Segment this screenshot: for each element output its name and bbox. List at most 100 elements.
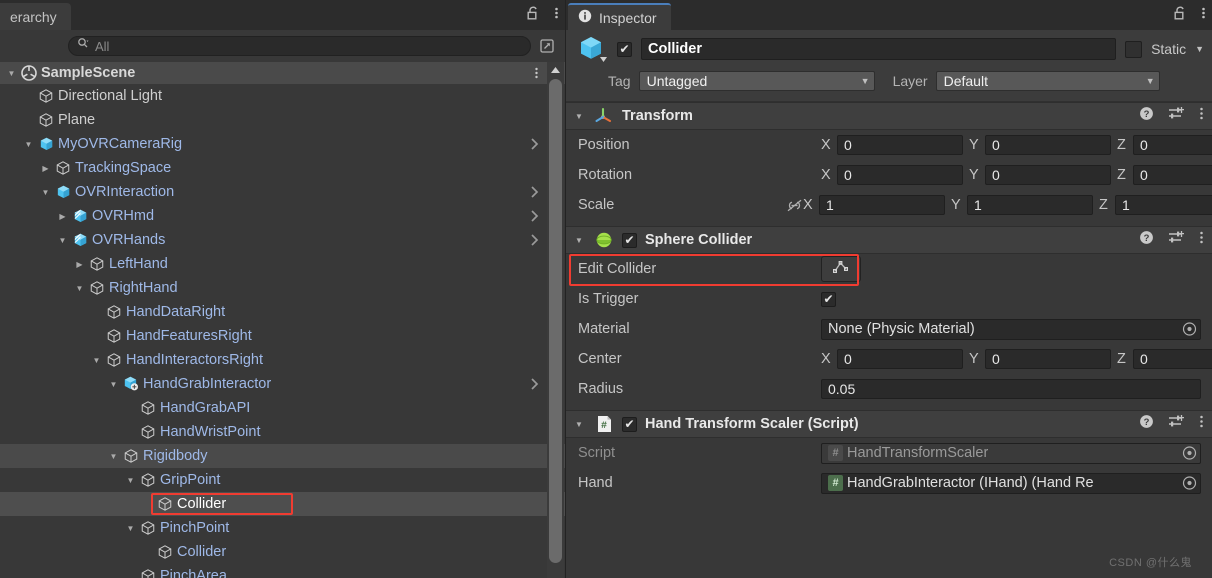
chevron-down-icon[interactable]: ▼ bbox=[55, 236, 70, 245]
vector3-x-input[interactable]: 0 bbox=[837, 349, 963, 369]
kebab-menu-icon[interactable] bbox=[554, 5, 559, 26]
hierarchy-scrollbar[interactable] bbox=[547, 62, 564, 578]
chevron-down-icon[interactable]: ▼ bbox=[89, 356, 104, 365]
hierarchy-row[interactable]: ▼ MyOVRCameraRig bbox=[0, 132, 565, 156]
hierarchy-row[interactable]: HandWristPoint bbox=[0, 420, 565, 444]
edit-collider-button[interactable] bbox=[821, 256, 861, 282]
open-prefab-chevron-right-icon[interactable] bbox=[530, 228, 539, 252]
hierarchy-row[interactable]: HandDataRight bbox=[0, 300, 565, 324]
hierarchy-row[interactable]: HandFeaturesRight bbox=[0, 324, 565, 348]
hierarchy-row[interactable]: ▼ OVRHands bbox=[0, 228, 565, 252]
hierarchy-row[interactable]: ▶ OVRHmd bbox=[0, 204, 565, 228]
chevron-down-icon[interactable]: ▼ bbox=[106, 380, 121, 389]
chevron-down-icon[interactable]: ▼ bbox=[123, 524, 138, 533]
open-prefab-chevron-right-icon[interactable] bbox=[530, 132, 539, 156]
vector3-field[interactable]: X 0 Y 0 Z 0 bbox=[821, 349, 1212, 369]
vector3-y-input[interactable]: 0 bbox=[985, 135, 1111, 155]
hierarchy-row[interactable]: ▶ LeftHand bbox=[0, 252, 565, 276]
scrollbar-thumb[interactable] bbox=[549, 79, 562, 563]
layer-dropdown[interactable]: Default ▼ bbox=[935, 71, 1160, 91]
chevron-down-icon[interactable]: ▼ bbox=[123, 476, 138, 485]
static-checkbox[interactable] bbox=[1125, 40, 1143, 58]
chevron-right-icon[interactable]: ▶ bbox=[55, 212, 70, 221]
chevron-down-icon[interactable]: ▼ bbox=[21, 140, 36, 149]
help-icon[interactable]: ? bbox=[1139, 414, 1154, 434]
hierarchy-row[interactable]: ▼ OVRInteraction bbox=[0, 180, 565, 204]
chevron-down-icon[interactable]: ▼ bbox=[4, 69, 19, 78]
vector3-z-input[interactable]: 0 bbox=[1133, 349, 1212, 369]
link-off-icon[interactable] bbox=[786, 198, 803, 213]
vector3-field[interactable]: X 0 Y 0 Z 0 bbox=[821, 165, 1212, 185]
number-input[interactable]: 0.05 bbox=[821, 379, 1201, 399]
scroll-up-arrow-icon[interactable] bbox=[547, 62, 564, 78]
vector3-y-input[interactable]: 1 bbox=[967, 195, 1093, 215]
kebab-menu-icon[interactable] bbox=[1199, 414, 1204, 434]
lock-open-icon[interactable] bbox=[526, 5, 541, 26]
open-in-new-icon[interactable] bbox=[537, 36, 557, 56]
hierarchy-row[interactable]: ▼ Rigidbody bbox=[0, 444, 565, 468]
component-header[interactable]: ▼ Transform ? bbox=[566, 102, 1212, 130]
vector3-x-input[interactable]: 0 bbox=[837, 135, 963, 155]
vector3-z-input[interactable]: 0 bbox=[1133, 165, 1212, 185]
hierarchy-row[interactable]: HandGrabAPI bbox=[0, 396, 565, 420]
scene-kebab-menu-icon[interactable] bbox=[534, 62, 539, 84]
chevron-down-icon[interactable]: ▼ bbox=[572, 420, 586, 429]
vector3-y-input[interactable]: 0 bbox=[985, 165, 1111, 185]
chevron-down-icon[interactable]: ▼ bbox=[72, 284, 87, 293]
tab-inspector[interactable]: Inspector bbox=[568, 3, 671, 30]
hierarchy-row[interactable]: ▼ HandInteractorsRight bbox=[0, 348, 565, 372]
vector3-z-input[interactable]: 0 bbox=[1133, 135, 1212, 155]
preset-sliders-icon[interactable] bbox=[1168, 230, 1185, 250]
open-prefab-chevron-right-icon[interactable] bbox=[530, 204, 539, 228]
kebab-menu-icon[interactable] bbox=[1199, 106, 1204, 126]
hierarchy-row[interactable]: ▼ GripPoint bbox=[0, 468, 565, 492]
gameobject-enabled-checkbox[interactable] bbox=[617, 41, 632, 57]
hierarchy-row[interactable]: Directional Light bbox=[0, 84, 565, 108]
search-input[interactable]: All bbox=[68, 36, 531, 56]
vector3-field[interactable]: X 1 Y 1 Z 1 bbox=[803, 195, 1212, 215]
is-trigger-checkbox[interactable] bbox=[821, 291, 836, 307]
chevron-down-icon[interactable]: ▼ bbox=[572, 112, 586, 121]
tab-hierarchy[interactable]: erarchy bbox=[0, 3, 71, 30]
lock-open-icon[interactable] bbox=[1173, 5, 1188, 26]
hierarchy-tree[interactable]: ▼ SampleScene Directional Light Plane ▼ … bbox=[0, 62, 565, 578]
help-icon[interactable]: ? bbox=[1139, 106, 1154, 126]
component-enabled-checkbox[interactable] bbox=[622, 232, 637, 248]
hierarchy-row[interactable]: Collider bbox=[0, 540, 565, 564]
hierarchy-row[interactable]: Plane bbox=[0, 108, 565, 132]
hierarchy-row[interactable]: ▼ PinchPoint bbox=[0, 516, 565, 540]
object-picker-icon[interactable] bbox=[1181, 321, 1198, 338]
chevron-down-icon[interactable]: ▼ bbox=[106, 452, 121, 461]
object-picker-icon[interactable] bbox=[1181, 475, 1198, 492]
component-enabled-checkbox[interactable] bbox=[622, 416, 637, 432]
chevron-down-icon[interactable]: ▼ bbox=[38, 188, 53, 197]
gameobject-name-field[interactable]: Collider bbox=[641, 38, 1117, 60]
component-header[interactable]: ▼ # Hand Transform Scaler (Script) ? bbox=[566, 410, 1212, 438]
tag-dropdown[interactable]: Untagged ▼ bbox=[638, 71, 875, 91]
vector3-field[interactable]: X 0 Y 0 Z 0 bbox=[821, 135, 1212, 155]
hierarchy-row[interactable]: ▼ RightHand bbox=[0, 276, 565, 300]
vector3-x-input[interactable]: 0 bbox=[837, 165, 963, 185]
component-header[interactable]: ▼ Sphere Collider ? bbox=[566, 226, 1212, 254]
hierarchy-row[interactable]: ▼ HandGrabInteractor bbox=[0, 372, 565, 396]
static-dropdown-chevron-down-icon[interactable]: ▼ bbox=[1195, 44, 1204, 54]
object-field[interactable]: # HandTransformScaler bbox=[821, 442, 1201, 464]
preset-sliders-icon[interactable] bbox=[1168, 414, 1185, 434]
object-field[interactable]: None (Physic Material) bbox=[821, 318, 1201, 340]
object-field[interactable]: # HandGrabInteractor (IHand) (Hand Re bbox=[821, 472, 1201, 494]
chevron-right-icon[interactable]: ▶ bbox=[72, 260, 87, 269]
kebab-menu-icon[interactable] bbox=[1199, 230, 1204, 250]
chevron-right-icon[interactable]: ▶ bbox=[38, 164, 53, 173]
open-prefab-chevron-right-icon[interactable] bbox=[530, 372, 539, 396]
hierarchy-row-scene[interactable]: ▼ SampleScene bbox=[0, 62, 565, 84]
hierarchy-row[interactable]: PinchArea bbox=[0, 564, 565, 578]
chevron-down-icon[interactable]: ▼ bbox=[572, 236, 586, 245]
help-icon[interactable]: ? bbox=[1139, 230, 1154, 250]
vector3-y-input[interactable]: 0 bbox=[985, 349, 1111, 369]
vector3-x-input[interactable]: 1 bbox=[819, 195, 945, 215]
hierarchy-row[interactable]: Collider bbox=[0, 492, 565, 516]
vector3-z-input[interactable]: 1 bbox=[1115, 195, 1212, 215]
preset-sliders-icon[interactable] bbox=[1168, 106, 1185, 126]
open-prefab-chevron-right-icon[interactable] bbox=[530, 180, 539, 204]
object-picker-icon[interactable] bbox=[1181, 445, 1198, 462]
